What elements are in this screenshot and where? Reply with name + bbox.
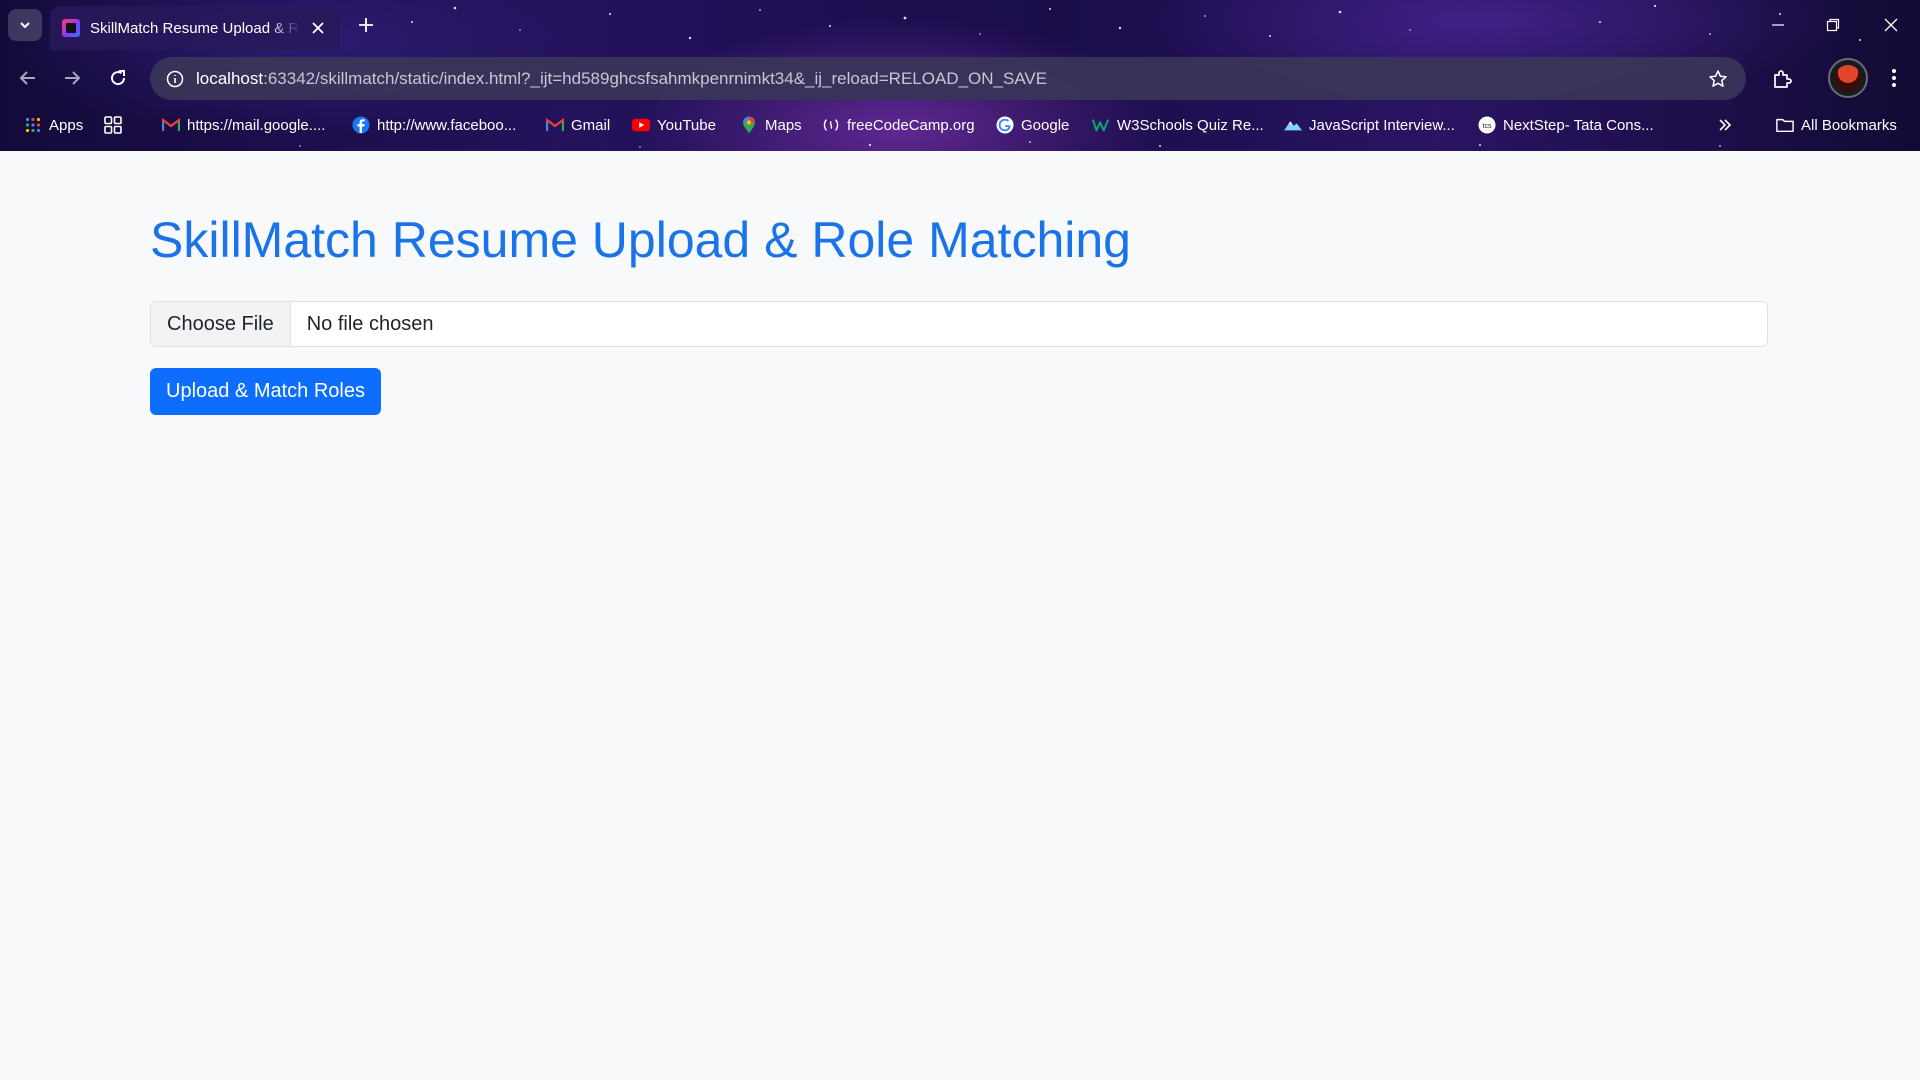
upload-match-roles-button[interactable]: Upload & Match Roles [150, 368, 381, 415]
choose-file-button[interactable]: Choose File [151, 302, 291, 346]
forward-button[interactable] [58, 64, 86, 92]
bookmark-apps[interactable]: Apps [24, 114, 83, 136]
more-bookmarks-button[interactable] [1718, 114, 1732, 136]
freecodecamp-icon [822, 116, 840, 134]
restore-icon [1826, 18, 1840, 32]
puzzle-icon [1774, 70, 1792, 88]
tab-groups-icon [104, 116, 122, 134]
mountain-icon [1284, 116, 1302, 134]
bookmark-nextstep-tcs[interactable]: tcs NextStep- Tata Cons... [1478, 114, 1654, 136]
tab-title: SkillMatch Resume Upload & Role Matching [90, 19, 300, 37]
bookmark-maps[interactable]: Maps [740, 114, 802, 136]
facebook-icon [352, 116, 370, 134]
profile-avatar[interactable] [1828, 58, 1868, 98]
double-chevron-right-icon [1719, 119, 1732, 131]
extensions-button[interactable] [1768, 65, 1796, 93]
google-icon [996, 116, 1014, 134]
w3schools-icon [1092, 116, 1110, 134]
youtube-icon [632, 116, 650, 134]
intellij-icon [62, 19, 80, 37]
kebab-menu-icon [1892, 69, 1896, 87]
bookmark-gmail[interactable]: Gmail [546, 114, 610, 136]
bookmark-google[interactable]: Google [996, 114, 1069, 136]
minimize-icon [1772, 24, 1784, 26]
reload-icon [111, 70, 126, 86]
back-button[interactable] [14, 64, 42, 92]
bookmark-label: https://mail.google.... [187, 116, 326, 134]
close-window-button[interactable] [1871, 10, 1911, 40]
avatar-image [1835, 65, 1861, 91]
bookmark-label: Maps [765, 116, 802, 134]
maps-pin-icon [740, 116, 758, 134]
active-tab[interactable]: SkillMatch Resume Upload & Role Matching [50, 6, 340, 50]
bookmark-mail-google[interactable]: https://mail.google.... [162, 114, 325, 136]
bookmark-star-icon[interactable] [1706, 67, 1730, 91]
bookmark-label: NextStep- Tata Cons... [1503, 116, 1654, 134]
bookmark-facebook[interactable]: http://www.faceboo... [352, 114, 516, 136]
url-text[interactable]: localhost:63342/skillmatch/static/index.… [196, 69, 1047, 89]
bookmark-w3schools[interactable]: W3Schools Quiz Re... [1092, 114, 1264, 136]
all-bookmarks-button[interactable]: All Bookmarks [1776, 114, 1897, 136]
bookmark-tab-groups[interactable] [104, 114, 129, 136]
bookmark-freecodecamp[interactable]: freeCodeCamp.org [822, 114, 975, 136]
tab-strip: SkillMatch Resume Upload & Role Matching [0, 0, 1920, 50]
site-info-icon[interactable] [162, 66, 188, 92]
close-icon [1884, 18, 1898, 32]
apps-grid-icon [24, 116, 42, 134]
chevron-down-icon [20, 22, 30, 29]
browser-menu-button[interactable] [1880, 64, 1908, 92]
page-content: SkillMatch Resume Upload & Role Matching… [0, 151, 1920, 1080]
bookmark-label: Apps [49, 116, 84, 134]
gmail-icon [546, 116, 564, 134]
bookmark-label: http://www.faceboo... [377, 116, 517, 134]
page-title: SkillMatch Resume Upload & Role Matching [150, 212, 1131, 268]
address-bar[interactable]: localhost:63342/skillmatch/static/index.… [150, 57, 1746, 100]
all-bookmarks-label: All Bookmarks [1801, 116, 1897, 134]
tcs-icon: tcs [1478, 116, 1496, 134]
new-tab-button[interactable] [354, 13, 378, 37]
close-tab-icon[interactable] [308, 18, 328, 38]
bookmark-javascript-interview[interactable]: JavaScript Interview... [1284, 114, 1455, 136]
reload-button[interactable] [104, 64, 132, 92]
bookmark-label: JavaScript Interview... [1309, 116, 1455, 134]
browser-chrome: SkillMatch Resume Upload & Role Matching [0, 0, 1920, 151]
restore-button[interactable] [1813, 10, 1853, 40]
resume-file-input[interactable]: Choose File No file chosen [150, 301, 1768, 347]
bookmark-label: W3Schools Quiz Re... [1117, 116, 1264, 134]
tab-search-button[interactable] [8, 9, 42, 41]
bookmark-youtube[interactable]: YouTube [632, 114, 716, 136]
gmail-icon [162, 116, 180, 134]
bookmark-label: freeCodeCamp.org [847, 116, 975, 134]
folder-icon [1776, 116, 1794, 134]
bookmarks-bar: Apps https://mail.google.... http://www.… [0, 108, 1920, 142]
bookmark-label: Google [1021, 116, 1070, 134]
file-status-text: No file chosen [306, 312, 434, 335]
bookmark-label: Gmail [571, 116, 611, 134]
arrow-left-icon [19, 71, 35, 85]
bookmark-label: YouTube [657, 116, 716, 134]
svg-text:tcs: tcs [1483, 123, 1492, 130]
browser-toolbar: localhost:63342/skillmatch/static/index.… [0, 50, 1920, 106]
plus-icon [359, 18, 373, 32]
url-path: :63342/skillmatch/static/index.html?_ijt… [263, 69, 1048, 88]
url-host: localhost [196, 69, 264, 88]
minimize-button[interactable] [1758, 10, 1798, 40]
arrow-right-icon [65, 71, 81, 85]
